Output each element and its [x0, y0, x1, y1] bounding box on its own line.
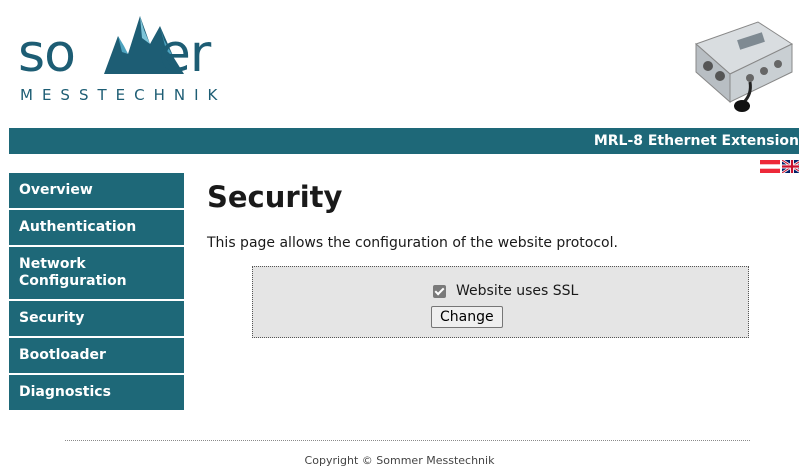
- sidebar-item-diagnostics[interactable]: Diagnostics: [9, 375, 184, 412]
- ssl-checkbox[interactable]: [433, 284, 446, 298]
- sidebar-item-authentication[interactable]: Authentication: [9, 210, 184, 247]
- page-description: This page allows the configuration of th…: [207, 235, 618, 251]
- product-title: MRL-8 Ethernet Extension: [593, 133, 799, 149]
- sidebar-item-bootloader[interactable]: Bootloader: [9, 338, 184, 375]
- page-title: Security: [207, 180, 343, 214]
- sidebar-item-security[interactable]: Security: [9, 301, 184, 338]
- sidebar-item-overview[interactable]: Overview: [9, 173, 184, 210]
- sommer-logo: so er MESSTECHNIK: [18, 8, 258, 108]
- ssl-checkbox-label: Website uses SSL: [456, 283, 579, 299]
- ssl-option-row: Website uses SSL: [433, 283, 578, 299]
- copyright-text: Copyright © Sommer Messtechnik: [304, 454, 495, 467]
- title-banner: MRL-8 Ethernet Extension: [9, 128, 799, 154]
- change-button[interactable]: Change: [431, 306, 503, 328]
- sidebar-nav: Overview Authentication Network Configur…: [9, 173, 184, 412]
- sidebar-item-network-configuration[interactable]: Network Configuration: [9, 247, 184, 301]
- device-image: [695, 21, 794, 112]
- ssl-settings-form: Website uses SSL Change: [252, 266, 749, 338]
- logo-subtitle: MESSTECHNIK: [20, 86, 227, 104]
- footer-divider: [65, 440, 750, 441]
- en-flag-icon[interactable]: [782, 160, 799, 173]
- de-flag-icon[interactable]: [760, 160, 780, 173]
- logo-wordmark: so er: [18, 24, 211, 84]
